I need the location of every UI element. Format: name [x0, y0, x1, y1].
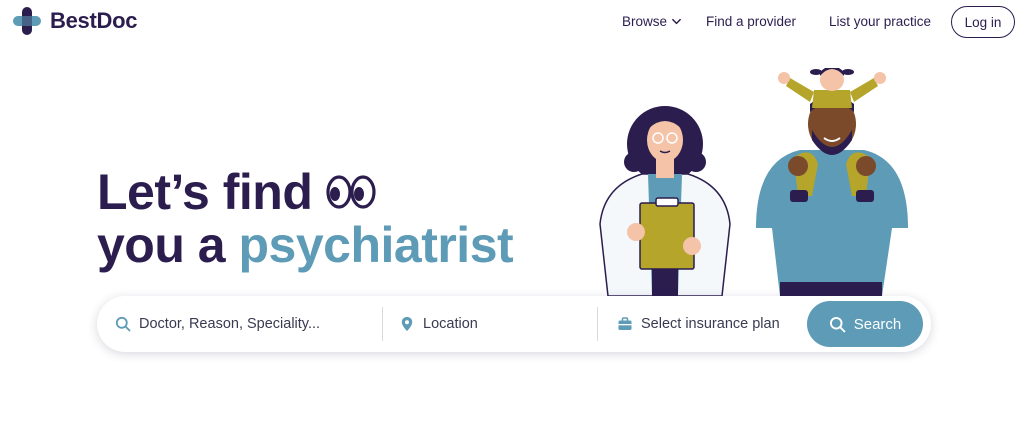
nav-browse-label: Browse — [622, 14, 668, 29]
cross-logo-icon — [13, 7, 41, 35]
eyes-icon — [326, 175, 376, 209]
search-icon — [829, 316, 846, 332]
doctor-search-field[interactable]: Doctor, Reason, Speciality... — [115, 296, 320, 352]
location-pin-icon — [401, 317, 413, 331]
search-button-label: Search — [853, 315, 902, 333]
location-field[interactable]: Location — [399, 296, 478, 352]
parent-child-illustration — [756, 68, 908, 296]
nav-list-practice[interactable]: List your practice — [829, 14, 931, 29]
hero-title-line2: you a psychiatrist — [97, 216, 514, 274]
hero-title-text: Let’s find — [97, 164, 313, 220]
doctor-search-placeholder: Doctor, Reason, Speciality... — [139, 316, 321, 332]
search-button[interactable]: Search — [807, 301, 923, 347]
chevron-down-icon — [672, 18, 681, 25]
search-icon — [115, 316, 131, 332]
insurance-select[interactable]: Select insurance plan — [617, 296, 780, 352]
nav-browse[interactable]: Browse — [622, 14, 682, 29]
insurance-placeholder: Select insurance plan — [641, 316, 780, 332]
hero-title-line1: Let’s find — [97, 163, 376, 221]
field-divider — [597, 307, 598, 341]
brand-name: BestDoc — [50, 8, 138, 33]
brand-logo[interactable]: BestDoc — [12, 6, 137, 36]
hero-title-prefix: you a — [97, 217, 239, 273]
hero-title-specialty: psychiatrist — [238, 217, 514, 273]
briefcase-icon — [618, 317, 632, 330]
doctor-illustration — [599, 106, 731, 296]
field-divider — [382, 307, 383, 341]
site-header: BestDoc Browse Find a provider List your… — [0, 0, 1024, 44]
login-button[interactable]: Log in — [951, 6, 1015, 38]
search-bar: Doctor, Reason, Speciality... Location S… — [97, 296, 931, 352]
location-placeholder: Location — [423, 316, 478, 332]
nav-find-provider[interactable]: Find a provider — [706, 14, 796, 29]
